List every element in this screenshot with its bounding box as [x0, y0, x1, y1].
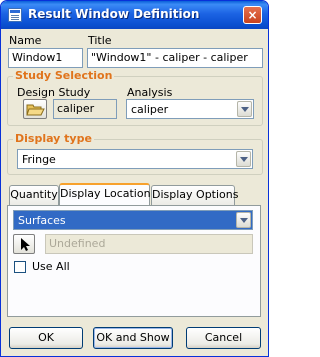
name-label: Name [9, 34, 42, 47]
window-icon [8, 8, 22, 22]
location-value: Surfaces [18, 214, 66, 227]
study-selection-title: Study Selection [13, 69, 115, 82]
title-field[interactable]: "Window1" - caliper - caliper [87, 48, 263, 68]
select-geometry-button[interactable] [13, 234, 35, 254]
open-folder-icon [26, 104, 45, 116]
ok-and-show-button[interactable]: OK and Show [93, 327, 173, 349]
select-arrow-icon [21, 238, 30, 251]
open-design-study-button[interactable] [23, 99, 47, 119]
tab-display-location[interactable]: Display Location [59, 183, 151, 205]
name-field[interactable]: Window1 [8, 48, 83, 68]
dialog-window: Result Window Definition × Name Title Wi… [0, 0, 269, 357]
cancel-button[interactable]: Cancel [186, 327, 261, 349]
selection-field: Undefined [45, 234, 253, 254]
analysis-dropdown[interactable]: caliper [126, 99, 254, 119]
close-button[interactable]: × [243, 6, 262, 24]
analysis-label: Analysis [127, 86, 173, 99]
title-bar[interactable]: Result Window Definition × [1, 1, 268, 29]
tab-display-options[interactable]: Display Options [151, 185, 239, 205]
tab-quantity[interactable]: Quantity [9, 185, 59, 205]
chevron-down-icon[interactable] [237, 101, 252, 117]
ok-button[interactable]: OK [9, 327, 83, 349]
display-type-title: Display type [13, 132, 94, 145]
analysis-value: caliper [131, 103, 169, 116]
window-title: Result Window Definition [28, 7, 200, 21]
design-study-field: caliper [53, 99, 117, 119]
display-type-value: Fringe [22, 153, 56, 166]
use-all-label: Use All [32, 260, 70, 273]
title-label: Title [88, 34, 112, 47]
design-study-label: Design Study [17, 86, 91, 99]
display-type-dropdown[interactable]: Fringe [17, 149, 253, 169]
location-dropdown[interactable]: Surfaces [13, 210, 253, 230]
use-all-checkbox[interactable] [14, 261, 26, 273]
chevron-down-icon[interactable] [236, 212, 251, 228]
chevron-down-icon[interactable] [236, 151, 251, 167]
